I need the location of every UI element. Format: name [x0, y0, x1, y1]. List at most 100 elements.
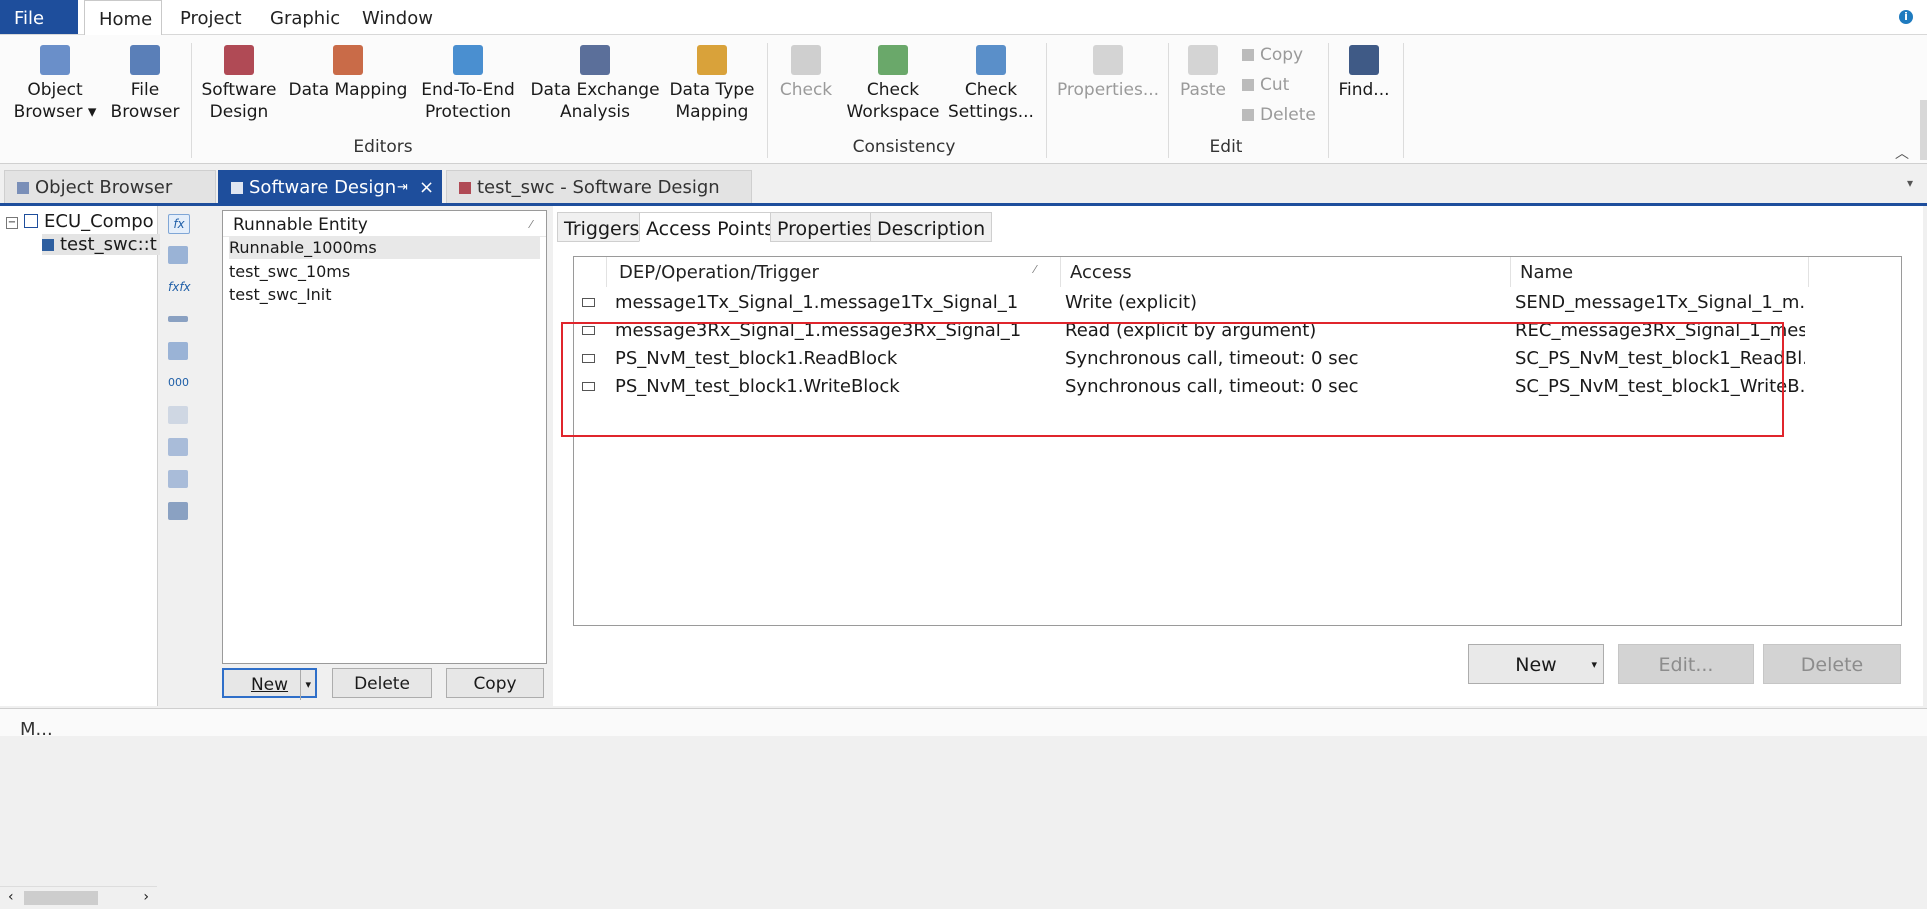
list-item[interactable]: test_swc_Init [229, 284, 332, 306]
check-icon [791, 45, 821, 75]
consistency-group-label: Consistency [852, 137, 956, 157]
ribbon-separator [1046, 43, 1047, 158]
check-settings-button[interactable]: Check Settings... [948, 45, 1034, 123]
dep-cell: message1Tx_Signal_1.message1Tx_Signal_1 [615, 292, 1019, 313]
column-header-access[interactable]: Access [1070, 257, 1132, 287]
column-header-name[interactable]: Name [1520, 257, 1573, 287]
menu-graphic[interactable]: Graphic [256, 0, 354, 34]
access-cell: Write (explicit) [1065, 292, 1198, 313]
horizontal-scrollbar[interactable]: ‹ › [0, 886, 157, 909]
scissors-icon [1242, 79, 1254, 91]
edit-access-point-button[interactable]: Edit... [1618, 644, 1754, 684]
tree-item-ecu-composition[interactable]: − ECU_Compo [6, 211, 154, 232]
new-runnable-button[interactable]: New ▾ [222, 668, 317, 700]
file-browser-button[interactable]: File Browser [108, 45, 182, 123]
menu-project[interactable]: Project [166, 0, 256, 34]
close-icon[interactable]: × [419, 171, 434, 204]
software-design-button[interactable]: Software Design [198, 45, 280, 123]
chevron-right-icon[interactable]: › [143, 889, 149, 905]
chevron-down-icon[interactable]: ▾ [1907, 176, 1913, 190]
data-exchange-analysis-button[interactable]: Data Exchange Analysis [530, 45, 660, 123]
copy-button[interactable]: Copy [1242, 45, 1303, 65]
scroll-thumb[interactable] [24, 891, 98, 905]
tab-software-design[interactable]: Software Design ⇥ × [218, 170, 442, 203]
window-scrollbar[interactable] [1920, 100, 1927, 160]
document-icon[interactable] [168, 342, 188, 360]
table-row[interactable]: message1Tx_Signal_1.message1Tx_Signal_1 … [574, 289, 1901, 317]
component-icon [42, 239, 54, 251]
list-item[interactable]: test_swc_10ms [229, 261, 350, 283]
status-bar: M... [0, 708, 1927, 740]
save-icon[interactable] [168, 246, 188, 264]
connector-icon[interactable] [168, 316, 188, 322]
dropdown-arrow-icon[interactable]: ▾ [1591, 645, 1597, 685]
chevron-up-icon[interactable]: ︿ [1895, 143, 1909, 163]
ribbon: Object Browser ▾ File Browser Software D… [0, 35, 1927, 164]
tab-access-points[interactable]: Access Points [639, 212, 782, 242]
column-divider [1060, 257, 1061, 287]
delete-runnable-button[interactable]: Delete [332, 668, 432, 698]
menu-file[interactable]: File [0, 0, 78, 34]
edit-group-label: Edit [1209, 137, 1243, 157]
runnable-entity-list: Runnable Entity ⁄ Runnable_1000ms test_s… [222, 210, 547, 664]
new-access-point-button[interactable]: New ▾ [1468, 644, 1604, 684]
properties-button[interactable]: Properties... [1056, 45, 1160, 101]
data-type-mapping-button[interactable]: Data Type Mapping [668, 45, 756, 123]
tree-item-test-swc[interactable]: test_swc::t [42, 234, 161, 255]
document-tabs: Object Browser Software Design ⇥ × test_… [0, 166, 1927, 206]
pin-icon[interactable]: ⇥ [397, 171, 408, 204]
object-tree: − ECU_Compo test_swc::t ‹ › [0, 206, 161, 909]
function-icon[interactable]: fx [168, 214, 190, 234]
ribbon-separator [1403, 43, 1404, 158]
list-item[interactable]: Runnable_1000ms [229, 237, 540, 259]
dropdown-arrow-icon[interactable]: ▾ [300, 670, 311, 700]
copy-runnable-button[interactable]: Copy [446, 668, 544, 698]
ribbon-separator [767, 43, 768, 158]
name-cell: SEND_message1Tx_Signal_1_m... [1515, 292, 1805, 313]
end-to-end-protection-button[interactable]: End-To-End Protection [416, 45, 520, 123]
column-divider [1510, 257, 1511, 287]
menu-home[interactable]: Home [84, 0, 162, 35]
composition-icon [24, 214, 38, 228]
column-divider [1808, 257, 1809, 287]
grid-icon[interactable] [168, 438, 188, 456]
find-button[interactable]: Find... [1334, 45, 1394, 101]
paste-button[interactable]: Paste [1176, 45, 1230, 101]
copy-icon [1242, 49, 1254, 61]
database-icon[interactable] [168, 406, 188, 424]
cut-button[interactable]: Cut [1242, 75, 1289, 95]
sort-icon: ⁄ [1034, 263, 1036, 276]
tab-object-browser[interactable]: Object Browser [4, 170, 216, 203]
info-icon[interactable]: i [1899, 10, 1913, 24]
status-text: M... [20, 719, 53, 740]
delete-button[interactable]: Delete [1242, 105, 1316, 125]
check-settings-icon [976, 45, 1006, 75]
data-mapping-button[interactable]: Data Mapping [288, 45, 408, 101]
tab-triggers[interactable]: Triggers [557, 212, 647, 242]
binary-icon[interactable]: 000 [168, 374, 189, 392]
check-button[interactable]: Check [774, 45, 838, 101]
menu-bar: File Home Project Graphic Window i [0, 0, 1927, 35]
software-design-icon [231, 182, 243, 194]
tab-description[interactable]: Description [870, 212, 993, 242]
menu-window[interactable]: Window [348, 0, 447, 34]
tab-properties[interactable]: Properties [770, 212, 881, 242]
column-divider [606, 257, 607, 287]
check-workspace-button[interactable]: Check Workspace [846, 45, 940, 123]
tab-test-swc-software-design[interactable]: test_swc - Software Design [446, 170, 752, 203]
object-browser-icon [40, 45, 70, 75]
collapse-icon[interactable]: − [6, 217, 18, 229]
delete-access-point-button[interactable]: Delete [1763, 644, 1901, 684]
software-design-icon [459, 182, 471, 194]
chevron-left-icon[interactable]: ‹ [8, 889, 14, 905]
runnable-list-header[interactable]: Runnable Entity ⁄ [223, 211, 546, 237]
column-header-dep[interactable]: DEP/Operation/Trigger [619, 257, 819, 287]
network-icon[interactable] [168, 502, 188, 520]
object-browser-button[interactable]: Object Browser ▾ [10, 45, 100, 123]
magnifier-icon [580, 45, 610, 75]
function-mapping-icon[interactable]: fxfx [168, 278, 191, 296]
editors-group-label: Editors [353, 137, 413, 157]
table-icon[interactable] [168, 470, 188, 488]
highlight-annotation-box [561, 322, 1784, 437]
write-access-icon [582, 298, 595, 307]
